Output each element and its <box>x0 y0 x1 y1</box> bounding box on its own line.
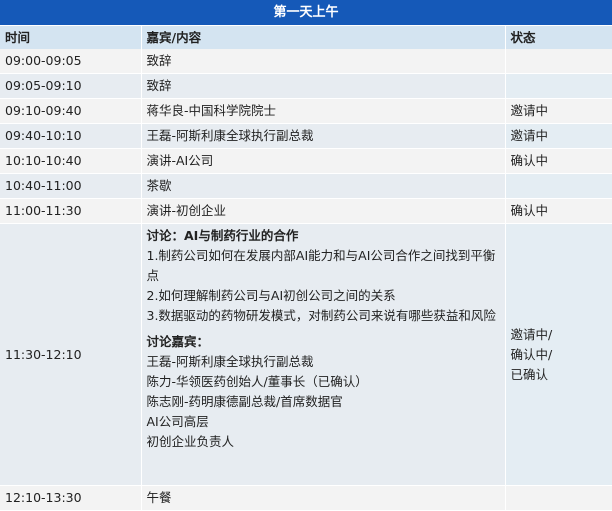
row-status <box>505 73 612 99</box>
header-status: 状态 <box>505 25 612 49</box>
table-row: 09:05-09:10 致辞 <box>0 73 612 99</box>
panel-status: 邀请中/ 确认中/ 已确认 <box>505 223 612 486</box>
row-time: 09:10-09:40 <box>0 98 142 124</box>
row-content: 蒋华良-中国科学院院士 <box>141 98 506 124</box>
row-status: 确认中 <box>505 198 612 224</box>
row-status <box>505 485 612 511</box>
row-content: 茶歇 <box>141 173 506 199</box>
guests-title: 讨论嘉宾： <box>146 334 210 349</box>
table-row: 09:10-09:40 蒋华良-中国科学院院士 邀请中 <box>0 98 612 124</box>
discussion-question: 1.制药公司如何在发展内部AI能力和与AI公司合作之间找到平衡点 <box>146 248 496 283</box>
status-line: 邀请中/ <box>510 326 553 342</box>
row-content: 致辞 <box>141 73 506 99</box>
row-content: 演讲-初创企业 <box>141 198 506 224</box>
row-status: 邀请中 <box>505 123 612 149</box>
row-time: 09:00-09:05 <box>0 49 142 74</box>
guest-item: 陈志刚-药明康德副总裁/首席数据官 <box>146 394 343 409</box>
table-row: 09:00-09:05 致辞 <box>0 49 612 74</box>
row-time: 09:40-10:10 <box>0 123 142 149</box>
table-row: 11:00-11:30 演讲-初创企业 确认中 <box>0 198 612 224</box>
agenda-table: 第一天上午 时间 嘉宾/内容 状态 09:00-09:05 致辞 09:05-0… <box>0 0 612 511</box>
guest-item: 陈力-华领医药创始人/董事长（已确认） <box>146 374 368 389</box>
header-content: 嘉宾/内容 <box>141 25 506 49</box>
row-content: 致辞 <box>141 49 506 74</box>
header-time: 时间 <box>0 25 142 49</box>
row-time: 11:00-11:30 <box>0 198 142 224</box>
status-line: 确认中/ <box>510 346 553 362</box>
row-content: 王磊-阿斯利康全球执行副总裁 <box>141 123 506 149</box>
row-content: 午餐 <box>141 485 506 511</box>
row-time: 10:10-10:40 <box>0 148 142 174</box>
row-content: 演讲-AI公司 <box>141 148 506 174</box>
panel-row: 11:30-12:10 讨论：AI与制药行业的合作 1.制药公司如何在发展内部A… <box>0 223 612 486</box>
discussion-question: 2.如何理解制药公司与AI初创公司之间的关系 <box>146 288 396 303</box>
table-row: 10:10-10:40 演讲-AI公司 确认中 <box>0 148 612 174</box>
guest-item: AI公司高层 <box>146 414 209 429</box>
agenda-title: 第一天上午 <box>0 0 612 26</box>
row-status: 邀请中 <box>505 98 612 124</box>
discussion-question: 3.数据驱动的药物研发模式，对制药公司来说有哪些获益和风险 <box>146 308 496 323</box>
guest-item: 初创企业负责人 <box>146 434 235 449</box>
table-row: 09:40-10:10 王磊-阿斯利康全球执行副总裁 邀请中 <box>0 123 612 149</box>
row-status <box>505 173 612 199</box>
row-time: 12:10-13:30 <box>0 485 142 511</box>
panel-time: 11:30-12:10 <box>0 223 142 486</box>
row-status: 确认中 <box>505 148 612 174</box>
table-row: 12:10-13:30 午餐 <box>0 485 612 511</box>
discussion-title: 讨论：AI与制药行业的合作 <box>146 228 299 243</box>
panel-content: 讨论：AI与制药行业的合作 1.制药公司如何在发展内部AI能力和与AI公司合作之… <box>141 223 506 486</box>
row-status <box>505 49 612 74</box>
table-row: 10:40-11:00 茶歇 <box>0 173 612 199</box>
status-line: 已确认 <box>510 366 549 382</box>
guest-item: 王磊-阿斯利康全球执行副总裁 <box>146 354 314 369</box>
row-time: 10:40-11:00 <box>0 173 142 199</box>
row-time: 09:05-09:10 <box>0 73 142 99</box>
